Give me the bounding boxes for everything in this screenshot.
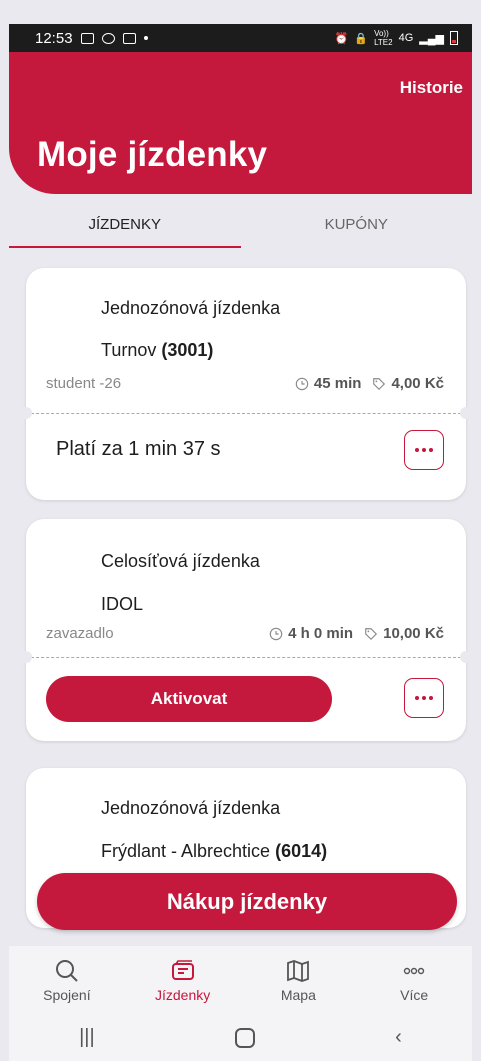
ticket-divider bbox=[26, 413, 466, 414]
signal-icon: ▂▄▆ bbox=[419, 32, 444, 45]
history-button[interactable]: Historie bbox=[400, 78, 463, 98]
nav-label: Spojení bbox=[43, 987, 91, 1003]
nav-label: Více bbox=[400, 987, 429, 1003]
buy-ticket-button[interactable]: Nákup jízdenky bbox=[37, 873, 457, 930]
map-icon bbox=[287, 960, 310, 982]
clock-icon bbox=[269, 627, 283, 640]
clock-icon bbox=[295, 377, 309, 390]
nav-label: Jízdenky bbox=[155, 987, 211, 1003]
ticket-more-button[interactable] bbox=[404, 430, 444, 470]
ticket-duration: 45 min bbox=[313, 375, 362, 392]
nav-item-more[interactable]: Více bbox=[356, 946, 472, 1014]
tab-bar: JÍZDENKY KUPÓNY bbox=[9, 196, 472, 250]
header: Historie Moje jízdenky bbox=[9, 52, 472, 194]
notification-icon bbox=[80, 32, 94, 44]
ticket-notch-right bbox=[460, 651, 472, 663]
recent-apps-button[interactable]: ||| bbox=[79, 1026, 95, 1049]
instagram-icon bbox=[101, 32, 115, 44]
status-time: 12:53 bbox=[35, 29, 73, 47]
ticket-duration: 4 h 0 min bbox=[288, 625, 354, 642]
more-notifications-icon bbox=[143, 36, 148, 40]
tab-coupons[interactable]: KUPÓNY bbox=[241, 196, 473, 250]
ticket-name: Jednozónová jízdenka bbox=[101, 798, 281, 818]
more-icon bbox=[403, 967, 425, 975]
back-button[interactable]: ‹ bbox=[395, 1026, 402, 1049]
tab-tickets[interactable]: JÍZDENKY bbox=[9, 196, 241, 250]
nav-label: Mapa bbox=[280, 987, 316, 1003]
lock-icon: 🔒 bbox=[354, 32, 369, 45]
ticket-zone: IDOL bbox=[101, 594, 144, 614]
ticket-card[interactable]: Jednozónová jízdenka Turnov (3001) stude… bbox=[20, 268, 472, 500]
activate-button[interactable]: Aktivovat bbox=[46, 676, 332, 722]
ticket-more-button[interactable] bbox=[404, 678, 444, 718]
status-bar: 12:53 ⏰ 🔒 Vo)) LTE2 4G ▂▄▆ bbox=[9, 24, 472, 52]
ticket-card[interactable]: Celosíťová jízdenka IDOL zavazadlo 4 h 0… bbox=[20, 519, 472, 741]
ticket-name: Jednozónová jízdenka bbox=[101, 298, 281, 318]
ticket-icon bbox=[171, 960, 194, 980]
status-bar-left: 12:53 bbox=[35, 30, 148, 47]
ticket-validity: Platí za 1 min 37 s bbox=[56, 438, 221, 460]
ticket-price: 4,00 Kč bbox=[391, 375, 444, 392]
price-tag-icon bbox=[365, 627, 378, 640]
ticket-meta: 4 h 0 min 10,00 Kč bbox=[269, 625, 444, 642]
price-tag-icon bbox=[373, 377, 386, 390]
home-button[interactable] bbox=[234, 1027, 255, 1048]
bottom-navigation: Spojení Jízdenky Mapa Více bbox=[9, 946, 472, 1014]
ticket-type: student -26 bbox=[46, 375, 122, 392]
battery-icon bbox=[450, 31, 458, 45]
network-indicator: Vo)) LTE2 bbox=[374, 29, 393, 47]
nav-item-connections[interactable]: Spojení bbox=[9, 946, 125, 1014]
ticket-notch-left bbox=[20, 407, 32, 419]
ticket-zone: Frýdlant - Albrechtice (6014) bbox=[101, 841, 328, 861]
ticket-name: Celosíťová jízdenka bbox=[101, 551, 260, 571]
search-icon bbox=[55, 960, 78, 982]
system-navigation: ||| ‹ bbox=[9, 1014, 472, 1061]
ticket-price: 10,00 Kč bbox=[383, 625, 444, 642]
nav-item-map[interactable]: Mapa bbox=[241, 946, 357, 1014]
ticket-meta: 45 min 4,00 Kč bbox=[295, 375, 444, 392]
network-type: 4G bbox=[398, 32, 414, 44]
message-icon bbox=[122, 32, 136, 44]
alarm-icon: ⏰ bbox=[334, 32, 349, 45]
ticket-notch-right bbox=[460, 407, 472, 419]
nav-item-tickets[interactable]: Jízdenky bbox=[125, 946, 241, 1014]
ticket-divider bbox=[26, 657, 466, 658]
ticket-zone: Turnov (3001) bbox=[101, 340, 214, 360]
ticket-type: zavazadlo bbox=[46, 625, 114, 642]
status-bar-right: ⏰ 🔒 Vo)) LTE2 4G ▂▄▆ bbox=[335, 29, 458, 47]
ticket-notch-left bbox=[20, 651, 32, 663]
page-title: Moje jízdenky bbox=[37, 135, 268, 174]
